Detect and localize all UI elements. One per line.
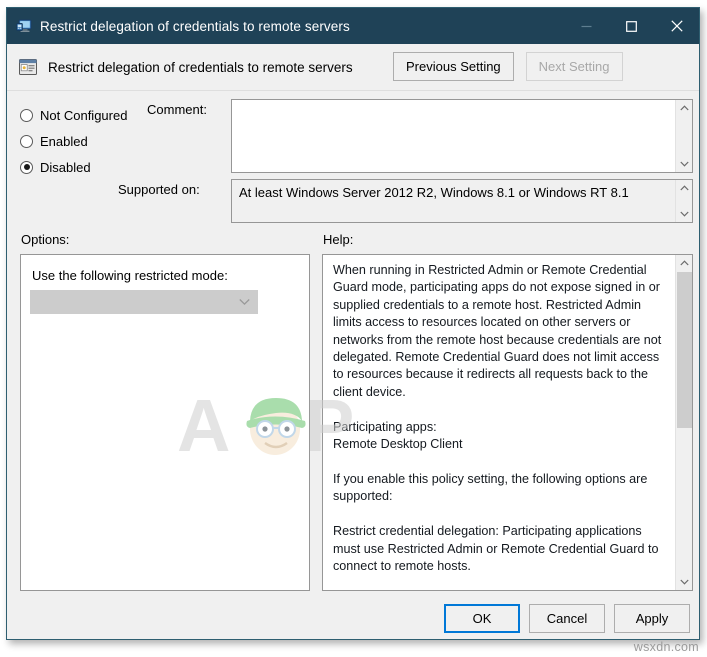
radio-indicator-selected xyxy=(20,160,33,174)
supported-on-value: At least Windows Server 2012 R2, Windows… xyxy=(239,185,629,200)
computer-policy-icon xyxy=(16,18,32,34)
policy-setting-dialog: Restrict delegation of credentials to re… xyxy=(6,7,700,640)
cancel-button[interactable]: Cancel xyxy=(529,604,605,633)
next-setting-button[interactable]: Next Setting xyxy=(525,52,623,81)
help-text: When running in Restricted Admin or Remo… xyxy=(333,263,662,573)
setting-header: Restrict delegation of credentials to re… xyxy=(7,44,699,91)
dialog-footer: OK Cancel Apply xyxy=(7,602,699,639)
radio-indicator xyxy=(20,108,33,122)
minimize-icon[interactable] xyxy=(564,8,609,44)
radio-label: Not Configured xyxy=(40,107,128,123)
scroll-up-icon[interactable] xyxy=(676,255,692,271)
policy-setting-icon xyxy=(18,57,38,77)
supported-on-label: Supported on: xyxy=(118,182,200,197)
radio-disabled[interactable]: Disabled xyxy=(20,154,150,180)
comment-label: Comment: xyxy=(147,102,207,117)
footer-buttons: OK Cancel Apply xyxy=(444,604,690,633)
options-label: Options: xyxy=(21,232,70,247)
policy-state-radio-group: Not Configured Enabled Disabled xyxy=(20,102,150,180)
scroll-up-icon[interactable] xyxy=(676,100,692,116)
window-title: Restrict delegation of credentials to re… xyxy=(40,18,350,34)
scroll-down-icon[interactable] xyxy=(676,156,692,172)
title-bar: Restrict delegation of credentials to re… xyxy=(7,8,699,44)
help-panel: When running in Restricted Admin or Remo… xyxy=(322,254,693,591)
radio-indicator xyxy=(20,134,33,148)
dialog-body: Not Configured Enabled Disabled Comment: xyxy=(7,91,699,602)
chevron-down-icon xyxy=(239,299,250,306)
window-controls xyxy=(564,8,699,44)
setting-title: Restrict delegation of credentials to re… xyxy=(48,59,353,75)
scroll-up-icon[interactable] xyxy=(676,180,692,196)
scroll-down-icon[interactable] xyxy=(676,574,692,590)
maximize-icon[interactable] xyxy=(609,8,654,44)
comment-textbox[interactable] xyxy=(231,99,693,173)
apply-button[interactable]: Apply xyxy=(614,604,690,633)
previous-setting-button[interactable]: Previous Setting xyxy=(393,52,514,81)
help-label: Help: xyxy=(323,232,354,247)
close-icon[interactable] xyxy=(654,8,699,44)
restricted-mode-label: Use the following restricted mode: xyxy=(32,268,228,283)
scroll-down-icon[interactable] xyxy=(676,206,692,222)
options-panel: Use the following restricted mode: xyxy=(20,254,310,591)
site-watermark: wsxdn.com xyxy=(633,640,699,654)
radio-label: Enabled xyxy=(40,133,88,149)
restricted-mode-dropdown[interactable] xyxy=(30,290,258,314)
help-scrollbar[interactable] xyxy=(675,255,692,590)
help-scrollbar-thumb[interactable] xyxy=(677,272,692,428)
radio-not-configured[interactable]: Not Configured xyxy=(20,102,150,128)
radio-label: Disabled xyxy=(40,159,91,175)
setting-navigation: Previous Setting Next Setting xyxy=(393,52,623,81)
screenshot-root: Restrict delegation of credentials to re… xyxy=(0,0,707,657)
supported-on-scrollbar[interactable] xyxy=(675,180,692,222)
ok-button[interactable]: OK xyxy=(444,604,520,633)
supported-on-textbox: At least Windows Server 2012 R2, Windows… xyxy=(231,179,693,223)
comment-scrollbar[interactable] xyxy=(675,100,692,172)
radio-enabled[interactable]: Enabled xyxy=(20,128,150,154)
